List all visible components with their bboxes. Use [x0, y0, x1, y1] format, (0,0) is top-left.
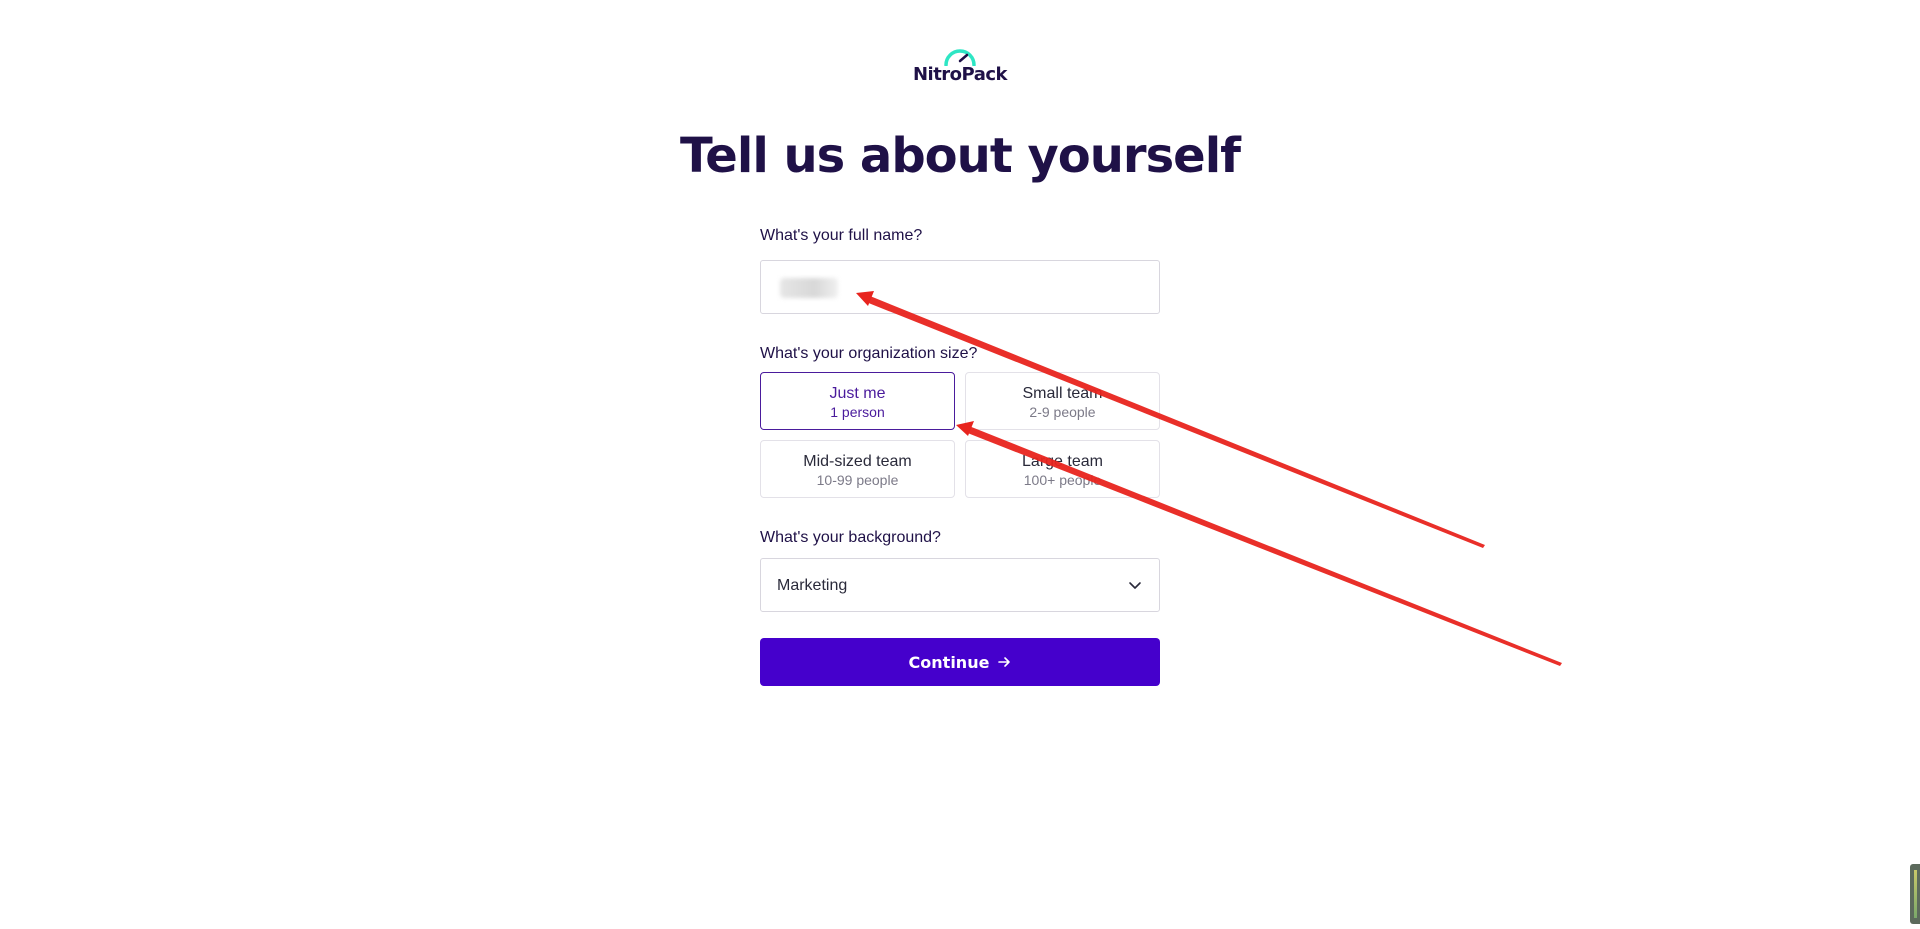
org-option-subtitle: 10-99 people — [816, 472, 899, 488]
org-option-title: Just me — [829, 385, 886, 402]
side-widget-tab[interactable] — [1910, 864, 1920, 924]
org-size-options: Just me 1 person Small team 2-9 people M… — [760, 372, 1160, 498]
org-option-just-me[interactable]: Just me 1 person — [760, 372, 955, 430]
org-size-label: What's your organization size? — [760, 345, 978, 362]
continue-label: Continue — [908, 652, 990, 672]
chevron-down-icon — [1129, 582, 1141, 589]
org-option-mid-sized-team[interactable]: Mid-sized team 10-99 people — [760, 440, 955, 498]
level-indicator — [1914, 870, 1917, 918]
org-option-title: Small team — [1022, 385, 1103, 402]
redacted-name — [780, 278, 838, 298]
org-option-small-team[interactable]: Small team 2-9 people — [965, 372, 1160, 430]
logo-wordmark: NitroPack — [912, 64, 1008, 85]
nitropack-logo[interactable]: NitroPack — [912, 46, 1008, 86]
profile-form: What's your full name? What's your organ… — [760, 225, 1160, 686]
full-name-label: What's your full name? — [760, 227, 923, 244]
signup-page: NitroPack Tell us about yourself What's … — [0, 0, 1920, 929]
org-option-subtitle: 100+ people — [1023, 472, 1102, 488]
full-name-field[interactable] — [760, 260, 1160, 314]
speedometer-icon — [944, 49, 976, 66]
org-option-subtitle: 1 person — [830, 404, 885, 420]
continue-button[interactable]: Continue — [760, 638, 1160, 686]
background-label: What's your background? — [760, 529, 941, 546]
org-option-large-team[interactable]: Large team 100+ people — [965, 440, 1160, 498]
arrow-right-icon — [998, 657, 1011, 667]
background-select[interactable]: Marketing — [760, 558, 1160, 612]
background-selected-value: Marketing — [777, 577, 848, 594]
org-option-title: Mid-sized team — [803, 453, 912, 470]
org-option-subtitle: 2-9 people — [1029, 404, 1096, 420]
page-title: Tell us about yourself — [679, 128, 1241, 184]
org-option-title: Large team — [1022, 453, 1103, 470]
